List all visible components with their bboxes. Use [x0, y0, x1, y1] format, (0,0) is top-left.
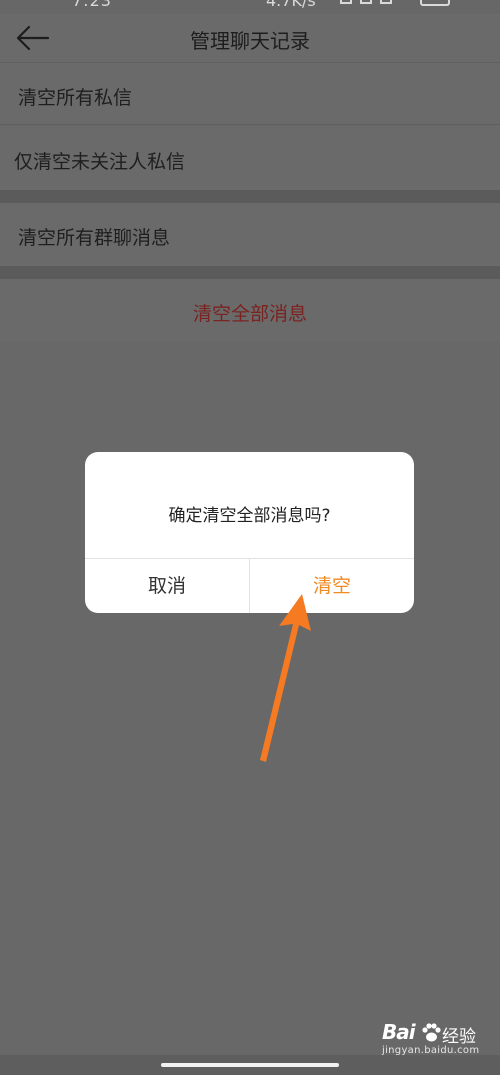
clear-all-private-label: 清空所有私信: [18, 87, 133, 109]
status-bar: 7:23 4.7K/s: [0, 0, 500, 14]
dialog-message: 确定清空全部消息吗?: [168, 506, 331, 526]
paw-icon: [422, 1023, 441, 1042]
watermark-logo: Bai: [382, 1020, 416, 1044]
clear-unfollowed-private-row[interactable]: 仅清空未关注人私信: [0, 126, 500, 190]
clear-all-group-label: 清空所有群聊消息: [18, 227, 171, 249]
home-indicator[interactable]: [161, 1063, 339, 1067]
status-icons: [340, 0, 450, 6]
watermark-brand: 经验: [442, 1027, 476, 1047]
alarm-icon: [340, 0, 352, 4]
clear-unfollowed-private-label: 仅清空未关注人私信: [14, 151, 186, 173]
clear-all-messages-button[interactable]: 清空全部消息: [0, 279, 500, 341]
section-divider: [0, 266, 500, 279]
section-divider: [0, 190, 500, 203]
nav-bar: 管理聊天记录: [0, 14, 500, 63]
page-title: 管理聊天记录: [190, 29, 310, 53]
cancel-button[interactable]: 取消: [85, 559, 249, 613]
status-network-speed: 4.7K/s: [266, 0, 316, 10]
status-time: 7:23: [72, 0, 112, 10]
watermark: Bai 经验 jingyan.baidu.com: [382, 1020, 482, 1060]
wifi-icon: [380, 0, 392, 4]
annotation-arrow-icon: [260, 594, 311, 762]
clear-all-messages-label: 清空全部消息: [192, 303, 307, 325]
clear-all-private-row[interactable]: 清空所有私信: [0, 63, 500, 125]
clear-all-group-row[interactable]: 清空所有群聊消息: [0, 203, 500, 266]
battery-icon: [420, 0, 450, 6]
signal-icon: [360, 0, 372, 4]
